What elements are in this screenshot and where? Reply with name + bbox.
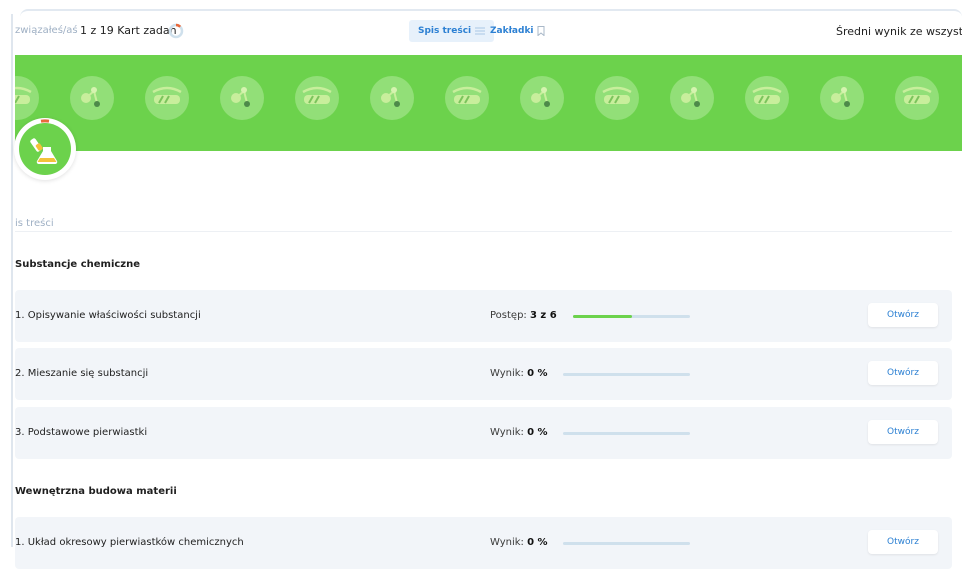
- goggles-icon: [895, 76, 939, 120]
- flask-icon: [19, 123, 71, 175]
- molecule-icon: [520, 76, 564, 120]
- toc-row: 3. Podstawowe pierwiastki Wynik: 0 % Otwór…: [15, 407, 952, 459]
- open-button[interactable]: Otwórz: [868, 361, 938, 385]
- cards-counter: 1 z 19 Kart zadań: [80, 24, 177, 37]
- cards-progress-ring-icon: [168, 23, 184, 39]
- tab-table-of-contents[interactable]: Spis treści: [409, 20, 495, 42]
- section-title: Wewnętrzna budowa materii: [15, 486, 177, 497]
- goggles-icon: [15, 76, 39, 120]
- content-frame-left: [11, 14, 13, 547]
- toc-heading: is treści: [15, 218, 54, 229]
- progress-track: [563, 373, 690, 376]
- molecule-icon: [370, 76, 414, 120]
- metric-label: Wynik:: [490, 368, 524, 379]
- molecule-icon: [220, 76, 264, 120]
- lesson-banner: [15, 55, 962, 151]
- toc-row-title: 3. Podstawowe pierwiastki: [15, 427, 148, 438]
- metric-value: 0 %: [527, 427, 548, 438]
- open-button[interactable]: Otwórz: [868, 530, 938, 554]
- metric-label: Wynik:: [490, 537, 524, 548]
- progress-fill: [573, 315, 632, 318]
- list-icon: [475, 27, 486, 35]
- progress-track: [573, 315, 690, 318]
- molecule-icon: [820, 76, 864, 120]
- toc-row: 2. Mieszanie się substancji Wynik: 0 % Otw…: [15, 348, 952, 400]
- metric-label: Wynik:: [490, 427, 524, 438]
- goggles-icon: [295, 76, 339, 120]
- molecule-icon: [670, 76, 714, 120]
- tab-bookmarks[interactable]: Zakładki: [490, 20, 545, 42]
- tab-table-of-contents-label: Spis treści: [418, 26, 472, 36]
- toc-row: 1. Opisywanie właściwości substancji Post…: [15, 290, 952, 342]
- progress-track: [563, 542, 690, 545]
- section-title: Substancje chemiczne: [15, 259, 141, 270]
- average-score-label: Średni wynik ze wszystkich: [836, 25, 962, 38]
- toc-row-metric: Wynik: 0 %: [490, 537, 548, 548]
- goggles-icon: [445, 76, 489, 120]
- toc-row-title: 1. Opisywanie właściwości substancji: [15, 310, 201, 321]
- toc-row: 1. Układ okresowy pierwiastków chemiczny…: [15, 517, 952, 569]
- toc-divider: [15, 231, 952, 232]
- goggles-icon: [595, 76, 639, 120]
- toc-row-title: 1. Układ okresowy pierwiastków chemiczny…: [15, 537, 244, 548]
- toc-row-metric: Wynik: 0 %: [490, 368, 548, 379]
- metric-label: Postęp:: [490, 310, 527, 321]
- goggles-icon: [745, 76, 789, 120]
- lesson-avatar: [14, 118, 76, 180]
- top-bar: związałeś/aś 1 z 19 Kart zadań Spis treś…: [0, 14, 962, 52]
- open-button[interactable]: Otwórz: [868, 303, 938, 327]
- breadcrumb[interactable]: związałeś/aś: [15, 25, 78, 36]
- progress-track: [563, 432, 690, 435]
- tab-bookmarks-label: Zakładki: [490, 26, 534, 36]
- goggles-icon: [145, 76, 189, 120]
- molecule-icon: [70, 76, 114, 120]
- metric-value: 0 %: [527, 537, 548, 548]
- metric-value: 3 z 6: [529, 310, 557, 321]
- toc-row-metric: Postęp: 3 z 6: [490, 310, 557, 321]
- metric-value: 0 %: [527, 368, 548, 379]
- toc-row-title: 2. Mieszanie się substancji: [15, 368, 149, 379]
- open-button[interactable]: Otwórz: [868, 420, 938, 444]
- toc-row-metric: Wynik: 0 %: [490, 427, 548, 438]
- bookmark-icon: [537, 26, 545, 36]
